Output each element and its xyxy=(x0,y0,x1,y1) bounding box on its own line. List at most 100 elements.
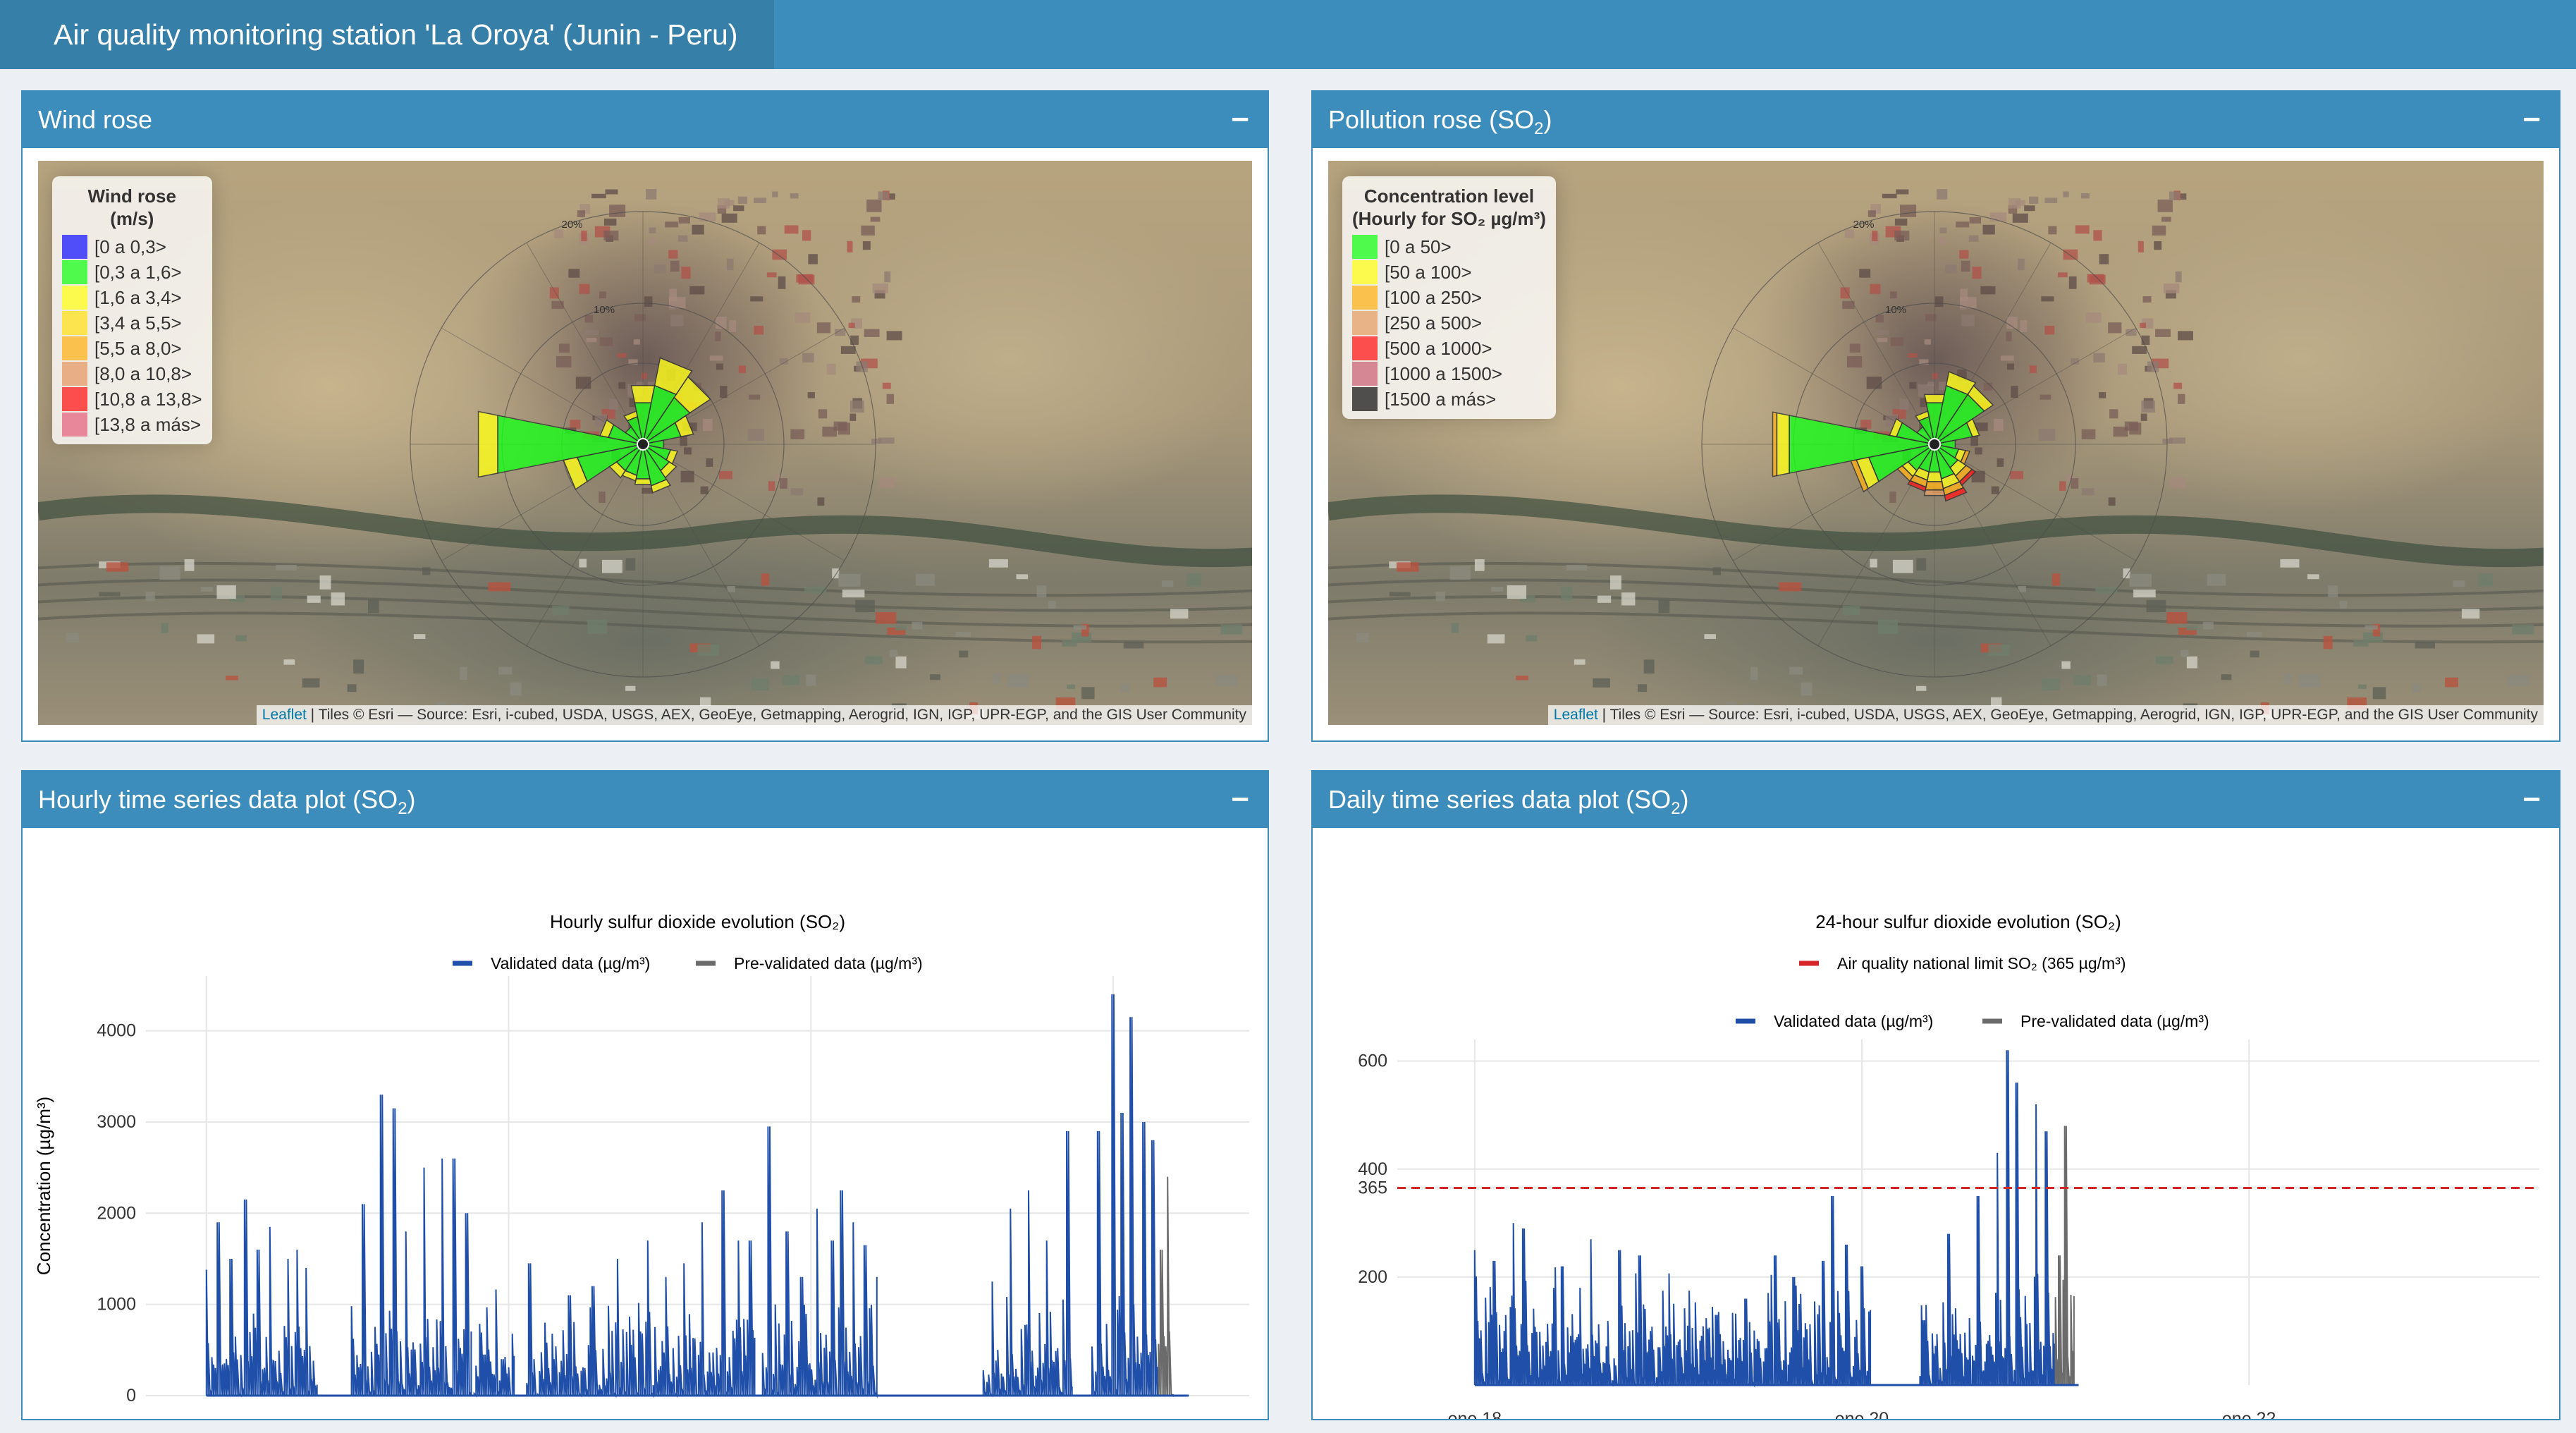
building xyxy=(1801,682,1813,696)
building xyxy=(1593,678,1610,688)
building xyxy=(1916,558,1927,571)
building xyxy=(648,237,656,245)
building xyxy=(1860,420,1872,429)
legend-label: [500 a 1000> xyxy=(1385,337,1492,359)
building xyxy=(665,221,679,228)
building xyxy=(1945,264,1957,274)
building xyxy=(601,559,622,573)
daily-chart[interactable]: 24-hour sulfur dioxide evolution (SO₂) Ai… xyxy=(1313,828,2559,1419)
building xyxy=(1220,624,1243,635)
building xyxy=(2181,650,2189,657)
building xyxy=(99,592,121,597)
building xyxy=(2164,283,2180,294)
building xyxy=(872,283,888,294)
leaflet-link[interactable]: Leaflet xyxy=(1554,707,1598,723)
building xyxy=(625,685,636,691)
building xyxy=(802,353,814,363)
building xyxy=(1924,339,1931,345)
building xyxy=(992,673,1000,684)
building xyxy=(226,676,238,681)
building xyxy=(2040,394,2051,400)
building xyxy=(2085,312,2102,323)
building xyxy=(331,592,345,606)
collapse-button[interactable]: − xyxy=(1231,772,1249,828)
building xyxy=(488,582,511,592)
building xyxy=(1844,229,1855,238)
building xyxy=(1048,601,1056,609)
building xyxy=(2169,191,2180,201)
building xyxy=(1899,398,1909,410)
hourly-chart[interactable]: Hourly sulfur dioxide evolution (SO₂) Val… xyxy=(23,828,1268,1419)
building xyxy=(832,568,840,579)
building xyxy=(1870,283,1881,294)
legend-swatch xyxy=(62,260,87,284)
building xyxy=(2008,198,2021,209)
wind-rose-map[interactable]: 20% 10% Wind rose (m/s) [0 a 0,3> [0,3 a 1… xyxy=(38,161,1252,725)
building xyxy=(66,633,79,643)
building xyxy=(2081,429,2096,439)
building xyxy=(2478,573,2493,587)
legend-label: [10,8 a 13,8> xyxy=(94,388,202,410)
pollution-legend-title: Concentration level xyxy=(1363,185,1535,207)
legend-item: [3,4 a 5,5> xyxy=(62,310,202,336)
building xyxy=(1934,296,1944,307)
collapse-button[interactable]: − xyxy=(1231,92,1249,148)
building xyxy=(2186,656,2198,669)
building xyxy=(2048,226,2057,235)
building xyxy=(276,565,297,571)
building xyxy=(302,678,320,688)
building xyxy=(754,325,764,335)
building xyxy=(1036,585,1047,598)
building xyxy=(1927,382,1935,386)
building xyxy=(716,363,723,370)
wind-rose-header: Wind rose − xyxy=(23,92,1268,148)
building xyxy=(709,355,723,361)
building xyxy=(2461,609,2480,619)
building xyxy=(1890,337,1904,346)
station-marker xyxy=(637,438,649,451)
building xyxy=(603,231,619,241)
building xyxy=(579,283,590,294)
building xyxy=(2180,193,2187,200)
building xyxy=(2328,585,2338,598)
building xyxy=(634,314,646,322)
legend-label: [250 a 500> xyxy=(1385,312,1483,334)
y-tick-label: 4000 xyxy=(97,1021,136,1041)
building xyxy=(912,621,923,630)
legend-label: Air quality national limit SO₂ (365 µg/m… xyxy=(1837,954,2126,972)
building xyxy=(2178,331,2193,341)
legend-swatch xyxy=(1352,362,1378,386)
y-axis-label: Concentration (µg/m³) xyxy=(33,1097,54,1275)
building xyxy=(726,258,734,271)
building xyxy=(1621,592,1636,606)
building xyxy=(1878,619,1899,634)
collapse-button[interactable]: − xyxy=(2522,772,2541,828)
building xyxy=(584,330,599,335)
series-segment xyxy=(761,1126,878,1398)
building xyxy=(2020,320,2028,332)
building xyxy=(886,331,902,341)
building xyxy=(353,659,364,674)
building xyxy=(184,559,195,571)
building xyxy=(1994,419,2004,432)
legend-item: [1000 a 1500> xyxy=(1352,361,1546,386)
pollution-rose-map[interactable]: 20% 10% Concentration level (Hourly for S… xyxy=(1328,161,2544,725)
building xyxy=(2221,674,2232,681)
building xyxy=(1561,587,1573,601)
building xyxy=(1900,205,1917,217)
leaflet-link[interactable]: Leaflet xyxy=(262,707,307,723)
building xyxy=(2041,296,2054,302)
building xyxy=(2353,640,2369,647)
legend-swatch xyxy=(62,311,87,335)
building xyxy=(2080,193,2090,199)
collapse-button[interactable]: − xyxy=(2522,92,2541,148)
building xyxy=(2018,258,2025,271)
building xyxy=(1123,641,1144,649)
legend-label: [8,0 a 10,8> xyxy=(94,362,192,384)
building xyxy=(1894,231,1910,241)
building xyxy=(575,377,591,389)
building xyxy=(771,661,780,669)
road-line xyxy=(1328,611,2544,644)
building xyxy=(307,595,321,603)
legend-swatch xyxy=(1352,260,1378,284)
